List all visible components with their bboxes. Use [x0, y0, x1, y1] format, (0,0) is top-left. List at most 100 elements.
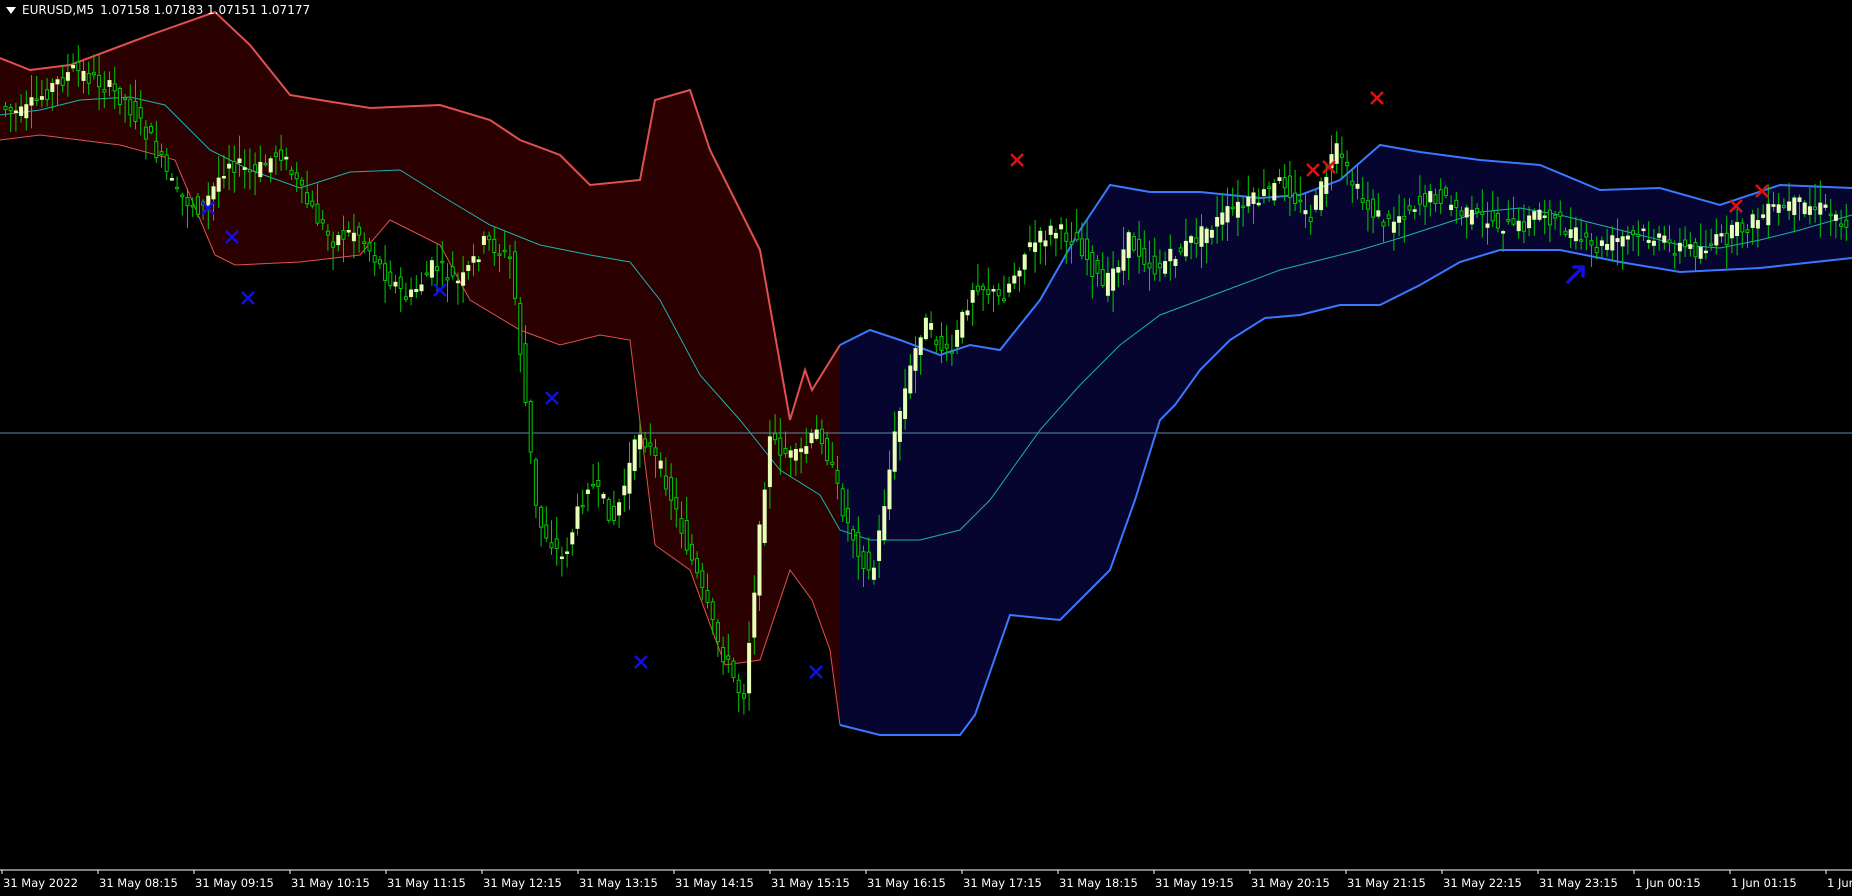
- candle-body: [1740, 222, 1745, 233]
- candle-body: [1464, 207, 1469, 218]
- candle-body: [518, 302, 523, 355]
- x-tick-label: 1 Jun: [1827, 876, 1852, 890]
- candle-body: [622, 485, 627, 496]
- candle-body: [502, 249, 507, 253]
- candle-body: [778, 437, 783, 456]
- x-tick-label: 31 May 08:15: [99, 876, 178, 890]
- candle-body: [939, 335, 944, 351]
- candle-body: [762, 489, 767, 543]
- candle-body: [981, 285, 986, 291]
- candle-body: [476, 259, 481, 263]
- candle-body: [996, 289, 1001, 297]
- price-chart[interactable]: 31 May 2022 31 May 08:15 31 May 09:15 31 Ma…: [0, 0, 1852, 896]
- candle-body: [1033, 242, 1038, 252]
- x-tick-label: 31 May 14:15: [675, 876, 754, 890]
- candle-body: [539, 506, 544, 528]
- candle-body: [1069, 241, 1074, 246]
- candle-body: [944, 343, 949, 349]
- candle-body: [611, 505, 616, 522]
- candle-body: [1787, 201, 1792, 211]
- candle-body: [1677, 242, 1682, 252]
- candle-body: [497, 253, 502, 256]
- candle-body: [1823, 204, 1828, 208]
- candle-body: [1589, 240, 1594, 246]
- candle-body: [819, 428, 824, 445]
- candle-body: [289, 169, 294, 175]
- candle-body: [273, 152, 278, 157]
- candle-body: [1766, 203, 1771, 226]
- candle-body: [149, 125, 154, 133]
- x-tick-label: 31 May 11:15: [387, 876, 466, 890]
- candle-body: [336, 235, 341, 246]
- x-tick-label: 31 May 23:15: [1539, 876, 1618, 890]
- candle-body: [1797, 197, 1802, 202]
- candle-body: [1615, 238, 1620, 243]
- candle-body: [1095, 259, 1100, 274]
- candle-body: [1225, 206, 1230, 223]
- x-tick-label: 31 May 22:15: [1443, 876, 1522, 890]
- candle-body: [1111, 268, 1116, 291]
- candle-body: [258, 161, 263, 178]
- candle-body: [840, 488, 845, 517]
- candle-body: [1074, 232, 1079, 241]
- candle-body: [591, 483, 596, 487]
- candle-body: [211, 186, 216, 200]
- candle-body: [310, 200, 315, 207]
- x-tick-label: 31 May 17:15: [963, 876, 1042, 890]
- candle-body: [1215, 217, 1220, 227]
- candle-body: [227, 163, 232, 169]
- candle-body: [481, 235, 486, 245]
- candle-body: [351, 232, 356, 242]
- candle-body: [315, 203, 320, 224]
- candle-body: [1105, 272, 1110, 296]
- candle-body: [242, 167, 247, 170]
- candle-body: [1667, 239, 1672, 244]
- candle-body: [648, 442, 653, 447]
- candle-body: [71, 64, 76, 69]
- candle-body: [1417, 195, 1422, 205]
- candle-body: [845, 507, 850, 524]
- candle-body: [1272, 183, 1277, 201]
- candle-body: [19, 106, 24, 116]
- candle-body: [1282, 177, 1287, 189]
- chart-window[interactable]: 31 May 2022 31 May 08:15 31 May 09:15 31 Ma…: [0, 0, 1852, 896]
- quote-label: 1.07158 1.07183 1.07151 1.07177: [100, 3, 311, 17]
- candle-body: [809, 432, 814, 444]
- candle-body: [658, 460, 663, 469]
- candle-body: [1085, 238, 1090, 260]
- candle-body: [913, 348, 918, 371]
- candle-body: [13, 110, 18, 114]
- candle-body: [435, 266, 440, 271]
- candle-body: [1750, 214, 1755, 228]
- candle-body: [50, 82, 55, 93]
- candle-body: [65, 72, 70, 81]
- candle-body: [1157, 262, 1162, 269]
- candle-body: [81, 70, 86, 81]
- candle-body: [1839, 223, 1844, 227]
- candle-body: [1553, 214, 1558, 219]
- candle-body: [757, 524, 762, 596]
- candle-body: [580, 504, 585, 508]
- dropdown-triangle-icon[interactable]: [6, 6, 16, 14]
- candle-body: [445, 277, 450, 281]
- x-tick-label: 31 May 12:15: [483, 876, 562, 890]
- candle-body: [1433, 194, 1438, 205]
- candle-body: [721, 647, 726, 663]
- candle-body: [383, 263, 388, 282]
- candle-body: [1818, 202, 1823, 215]
- candle-body: [372, 255, 377, 263]
- candle-body: [596, 479, 601, 487]
- candle-body: [1579, 239, 1584, 242]
- x-tick-label: 31 May 15:15: [771, 876, 850, 890]
- candle-body: [1584, 232, 1589, 238]
- candle-body: [1116, 267, 1121, 273]
- candle-body: [492, 238, 497, 254]
- candle-body: [679, 518, 684, 534]
- candle-body: [1605, 244, 1610, 250]
- candle-body: [705, 590, 710, 603]
- candle-body: [507, 256, 512, 259]
- candle-body: [138, 107, 143, 119]
- candle-body: [377, 259, 382, 265]
- candle-body: [1360, 197, 1365, 203]
- candle-body: [107, 80, 112, 87]
